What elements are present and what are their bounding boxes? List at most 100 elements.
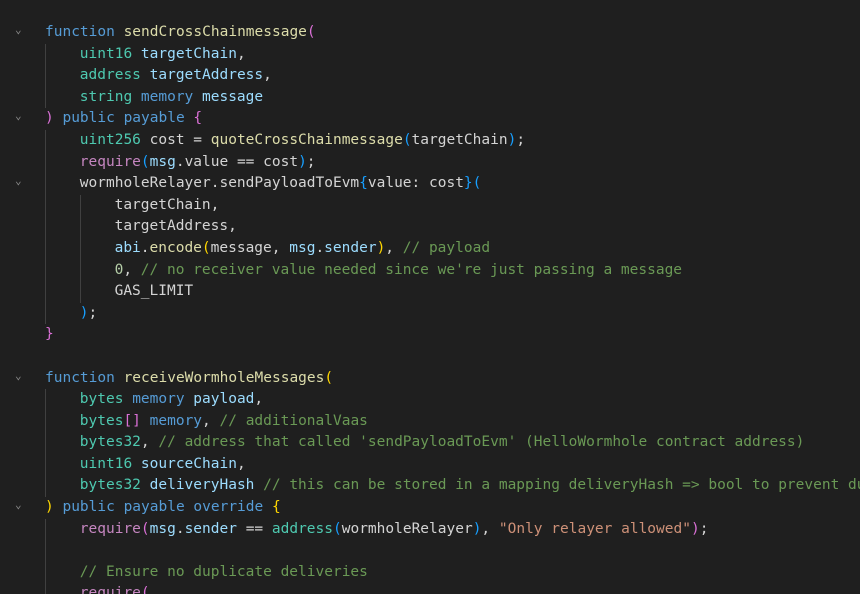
indent-guide [45, 475, 46, 498]
code-line[interactable]: bytes memory payload, [45, 389, 860, 411]
code-token: // this can be stored in a mapping deliv… [263, 477, 860, 494]
code-token: encode [149, 239, 202, 256]
code-line[interactable]: require(msg.value == cost); [45, 151, 860, 174]
code-token: ( [333, 520, 342, 537]
code-token: "Only relayer allowed" [498, 520, 691, 537]
code-token: memory [140, 88, 203, 105]
code-text: uint16 targetChain, [80, 44, 246, 66]
code-token: , [263, 67, 272, 84]
code-text: bytes32 deliveryHash // this can be stor… [80, 475, 860, 497]
indent-guide [45, 173, 46, 195]
code-text: abi.encode(message, msg.sender), // payl… [115, 238, 490, 260]
indent-guide [45, 151, 46, 174]
code-token: receiveWormholeMessages [123, 369, 325, 386]
code-token: ; [699, 520, 709, 537]
code-line[interactable]: uint16 targetChain, [45, 43, 860, 66]
code-token: ) [690, 520, 700, 537]
code-line[interactable]: require(msg.sender == address(wormholeRe… [45, 518, 860, 541]
code-token: ( [324, 369, 334, 386]
code-line[interactable]: targetChain, [45, 194, 860, 217]
chevron-down-icon[interactable]: ⌄ [15, 175, 22, 187]
indent-guide [79, 259, 81, 282]
code-line[interactable]: uint256 cost = quoteCrossChainmessage(ta… [45, 129, 860, 152]
code-token: bytes [79, 412, 124, 429]
code-token: uint16 [79, 455, 141, 472]
code-token: bytes32 [79, 477, 150, 494]
code-line[interactable]: GAS_LIMIT [45, 281, 860, 303]
code-text: string memory message [80, 87, 263, 109]
code-token: memory [140, 412, 203, 429]
code-token: GAS_LIMIT [114, 283, 194, 300]
code-token: value: cost [367, 175, 464, 192]
code-text: require(msg.sender == address(wormholeRe… [80, 519, 709, 541]
code-line[interactable]: targetAddress, [45, 216, 860, 238]
code-line[interactable]: } [45, 324, 860, 346]
code-token: msg [149, 520, 176, 537]
code-token: { [193, 110, 203, 127]
code-token: ; [306, 153, 316, 170]
code-token: targetChain [411, 131, 508, 148]
code-token: ) [79, 304, 89, 321]
code-token: , [236, 45, 246, 62]
chevron-down-icon[interactable]: ⌄ [15, 110, 22, 122]
code-line[interactable] [45, 346, 860, 368]
indent-guide [45, 259, 46, 282]
chevron-down-icon[interactable]: ⌄ [15, 24, 22, 36]
code-line[interactable]: wormholeRelayer.sendPayloadToEvm{value: … [45, 173, 860, 195]
code-line[interactable] [45, 540, 860, 562]
indent-guide [45, 389, 46, 411]
code-token: function [45, 369, 124, 386]
code-token: wormholeRelayer [341, 520, 473, 537]
code-token: sender [324, 239, 377, 256]
code-token: { [271, 499, 281, 516]
code-token: msg [289, 239, 316, 256]
indent-guide [45, 518, 46, 541]
indent-guide [45, 302, 46, 325]
code-line[interactable]: 0, // no receiver value needed since we'… [45, 259, 860, 282]
code-line[interactable]: function sendCrossChainmessage( [45, 22, 860, 44]
code-token: bytes32 [79, 434, 141, 451]
code-text: address targetAddress, [80, 65, 272, 87]
code-token: uint16 [79, 45, 141, 62]
code-token: address [79, 67, 150, 84]
code-line[interactable]: function receiveWormholeMessages( [45, 368, 860, 390]
indent-guide [45, 561, 46, 584]
indent-guide [79, 237, 81, 260]
code-line[interactable]: ) public payable { [45, 108, 860, 130]
code-line[interactable]: bytes32 deliveryHash // this can be stor… [45, 475, 860, 498]
code-token: ( [140, 520, 150, 537]
code-text: bytes32, // address that called 'sendPay… [80, 432, 805, 454]
code-text: wormholeRelayer.sendPayloadToEvm{value: … [80, 173, 482, 195]
code-line[interactable]: string memory message [45, 86, 860, 109]
code-line[interactable]: bytes32, // address that called 'sendPay… [45, 432, 860, 454]
code-text: GAS_LIMIT [115, 281, 194, 303]
code-token: deliveryHash [149, 477, 255, 494]
code-line[interactable]: bytes[] memory, // additionalVaas [45, 410, 860, 433]
chevron-down-icon[interactable]: ⌄ [15, 369, 22, 382]
code-text: ) public payable override { [45, 497, 281, 519]
code-token: ; [516, 131, 526, 148]
code-line[interactable]: ) public payable override { [45, 497, 860, 519]
code-area[interactable]: function sendCrossChainmessage(uint16 ta… [45, 22, 860, 594]
indent-guide [45, 86, 46, 109]
code-line[interactable]: ); [45, 302, 860, 325]
code-text: require(msg.value == cost); [80, 152, 316, 174]
code-token: ( [201, 239, 211, 256]
code-line[interactable]: address targetAddress, [45, 65, 860, 87]
code-line[interactable]: // Ensure no duplicate deliveries [45, 561, 860, 584]
code-token: require [79, 520, 141, 537]
code-token: message [202, 88, 264, 105]
chevron-down-icon[interactable]: ⌄ [15, 499, 22, 511]
code-token: function [45, 24, 124, 40]
code-editor[interactable]: ⌄ ⌄ ⌄ ⌄ ⌄ function sendCrossChainmessage(uin… [0, 0, 860, 594]
code-token: msg [149, 153, 176, 170]
code-text: ); [80, 303, 97, 325]
code-token: . [315, 239, 325, 256]
code-line[interactable]: abi.encode(message, msg.sender), // payl… [45, 237, 860, 260]
code-token: , [123, 261, 141, 278]
code-line[interactable]: require( [45, 583, 860, 594]
code-token: sourceChain [140, 455, 237, 472]
code-line[interactable]: uint16 sourceChain, [45, 453, 860, 476]
indent-guide [45, 237, 46, 260]
